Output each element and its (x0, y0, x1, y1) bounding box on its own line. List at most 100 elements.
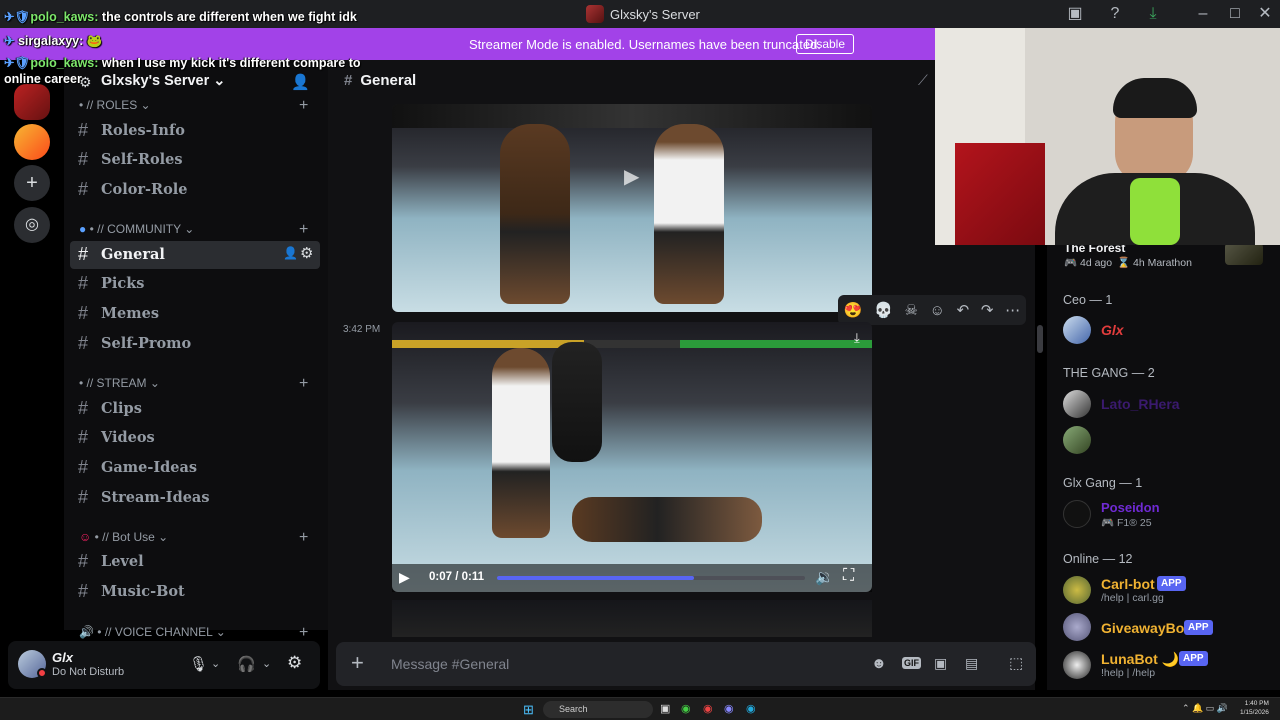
user-settings-icon[interactable]: ⚙ (287, 653, 302, 673)
discord-icon[interactable]: ◉ (724, 702, 734, 715)
channel-roles-info[interactable]: # Roles-Info (70, 117, 320, 145)
more-icon[interactable]: ⋯ (1005, 301, 1020, 319)
attach-icon[interactable]: + (351, 650, 364, 676)
channel-videos[interactable]: # Videos (70, 424, 320, 452)
bot-name[interactable]: GiveawayBot (1101, 620, 1189, 636)
skull-reaction-icon[interactable]: ☠ (905, 301, 918, 319)
channel-level[interactable]: # Level (70, 548, 320, 576)
fullscreen-icon[interactable]: ⛶ (843, 567, 854, 585)
close-icon[interactable]: ✕ (1255, 4, 1275, 24)
channel-self-roles[interactable]: # Self-Roles (70, 146, 320, 174)
heart-eyes-reaction-icon[interactable]: 😍 (844, 301, 863, 319)
video-time: 0:07 / 0:11 (429, 571, 484, 583)
activity-image (1225, 243, 1263, 265)
edge-icon[interactable]: ◉ (746, 702, 756, 715)
channel-memes[interactable]: # Memes (70, 300, 320, 328)
category-bot-use[interactable]: ☺ • // Bot Use ⌄ (79, 530, 168, 544)
member-avatar[interactable] (1063, 390, 1091, 418)
minimize-icon[interactable]: – (1193, 4, 1213, 24)
member-avatar[interactable] (1063, 576, 1091, 604)
channel-game-ideas[interactable]: # Game-Ideas (70, 454, 320, 482)
channel-clips[interactable]: # Clips (70, 395, 320, 423)
member-gang[interactable]: Lato_RHera (1101, 396, 1180, 412)
category-roles[interactable]: • // ROLES ⌄ (79, 98, 151, 112)
inbox-icon[interactable]: ▣ (1065, 4, 1085, 24)
app-badge: APP (1184, 620, 1213, 635)
play-icon[interactable]: ▶ (399, 569, 410, 586)
member-avatar[interactable] (1063, 613, 1091, 641)
scrollbar-thumb[interactable] (1037, 325, 1043, 353)
headphones-icon[interactable]: 🎧 (237, 655, 256, 673)
channel-label: Self-Roles (101, 151, 183, 168)
taskbar: ⊞ Search ▣ ◉ ◉ ◉ ◉ ⌃ 🔔 ▭ 🔊 1:40 PM 1/15/2… (0, 697, 1280, 720)
image-icon[interactable]: ▤ (965, 655, 978, 672)
chevron-down-icon[interactable]: ⌄ (262, 657, 271, 670)
gift-emoji-icon[interactable]: ☻ (871, 655, 887, 672)
member-avatar[interactable] (1063, 316, 1091, 344)
volume-icon[interactable]: 🔉 (815, 568, 834, 586)
chat-message: ✈🛡polo_kaws: when I use my kick it's dif… (4, 56, 361, 70)
app-icon[interactable]: ◉ (703, 702, 713, 715)
channel-settings-icon[interactable]: ⚙ (300, 244, 313, 262)
video-player[interactable]: ⤓ (392, 322, 872, 592)
start-icon[interactable]: ⊞ (523, 702, 534, 718)
invite-icon[interactable]: 👤 (291, 73, 310, 91)
activity-badge: ⌛ 4h Marathon (1117, 257, 1192, 269)
channel-color-role[interactable]: # Color-Role (70, 176, 320, 204)
add-channel-icon[interactable]: + (299, 375, 308, 393)
system-tray-icons[interactable]: ⌃ 🔔 ▭ 🔊 (1182, 703, 1228, 714)
chevron-down-icon[interactable]: ⌄ (211, 657, 220, 670)
member-poseidon[interactable]: Poseidon (1101, 500, 1160, 515)
dnd-status-icon (37, 668, 47, 678)
add-channel-icon[interactable]: + (299, 97, 308, 115)
add-channel-icon[interactable]: + (299, 221, 308, 239)
channel-general[interactable]: # General 👤 ⚙ (70, 241, 320, 269)
server-name[interactable]: Glxsky's Server ⌄ (101, 73, 225, 89)
microphone-icon[interactable]: 🎙 (189, 655, 208, 673)
apps-icon[interactable]: ⬚ (1009, 654, 1023, 672)
video-attachment[interactable]: ▶ (392, 104, 872, 312)
member-avatar[interactable] (1063, 651, 1091, 679)
sticker-icon[interactable]: ▣ (934, 655, 947, 672)
threads-icon[interactable]: ⟋ (918, 72, 928, 89)
chrome-icon[interactable]: ◉ (681, 702, 691, 715)
create-invite-icon[interactable]: 👤 (283, 246, 298, 260)
gif-icon[interactable]: GIF (902, 657, 921, 669)
add-reaction-icon[interactable]: ☺ (930, 302, 945, 319)
disable-button[interactable]: Disable (796, 34, 854, 54)
server-icon-glxsky[interactable] (14, 84, 50, 120)
bot-name[interactable]: LunaBot 🌙 (1101, 651, 1179, 668)
discover-icon[interactable]: ◎ (14, 207, 50, 243)
forward-icon[interactable]: ↷ (981, 301, 994, 319)
user-panel (8, 641, 320, 689)
skull-reaction-icon[interactable]: 💀 (874, 301, 893, 319)
member-avatar[interactable] (1063, 426, 1091, 454)
download-icon[interactable]: ⤓ (1143, 4, 1163, 24)
channel-picks[interactable]: # Picks (70, 270, 320, 298)
member-glx[interactable]: Glx (1101, 322, 1124, 338)
category-community[interactable]: ● • // COMMUNITY ⌄ (79, 222, 194, 236)
play-icon[interactable]: ▶ (624, 164, 639, 189)
window-title: Glxsky's Server (586, 5, 700, 23)
category-voice[interactable]: 🔊 • // VOICE CHANNEL ⌄ (79, 625, 226, 639)
help-icon[interactable]: ? (1105, 4, 1125, 24)
server-icon-anime[interactable] (14, 124, 50, 160)
taskbar-search[interactable]: Search (543, 701, 653, 718)
bot-name[interactable]: Carl-bot (1101, 576, 1155, 592)
server-thumb-icon (586, 5, 604, 23)
clock[interactable]: 1:40 PM 1/15/2026 (1240, 699, 1269, 717)
member-avatar[interactable] (1063, 500, 1091, 528)
add-channel-icon[interactable]: + (299, 624, 308, 642)
download-icon[interactable]: ⤓ (854, 330, 860, 346)
message-composer[interactable]: + Message #General (336, 642, 1036, 686)
chat-text: 🐸 (86, 34, 103, 48)
channel-self-promo[interactable]: # Self-Promo (70, 330, 320, 358)
channel-stream-ideas[interactable]: # Stream-Ideas (70, 484, 320, 512)
maximize-icon[interactable]: □ (1225, 4, 1245, 24)
reply-icon[interactable]: ↶ (957, 301, 970, 319)
category-stream[interactable]: • // STREAM ⌄ (79, 376, 160, 390)
task-view-icon[interactable]: ▣ (660, 702, 670, 715)
add-channel-icon[interactable]: + (299, 529, 308, 547)
add-server-icon[interactable]: + (14, 165, 50, 201)
channel-music-bot[interactable]: # Music-Bot (70, 578, 320, 606)
